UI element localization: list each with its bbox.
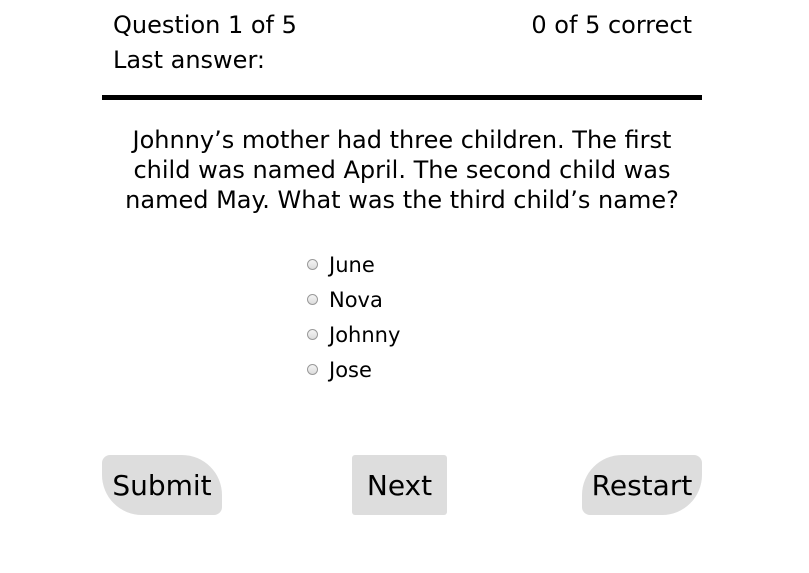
answer-label: Johnny [329, 322, 401, 347]
answer-list: June Nova Johnny Jose [307, 247, 400, 387]
submit-button[interactable]: Submit [102, 455, 222, 515]
answer-label: June [329, 252, 375, 277]
answer-label: Nova [329, 287, 383, 312]
next-button[interactable]: Next [352, 455, 447, 515]
status-row: Question 1 of 5 0 of 5 correct [113, 10, 692, 40]
radio-button[interactable] [307, 329, 318, 340]
score-counter: 0 of 5 correct [531, 11, 692, 39]
answer-label: Jose [329, 357, 372, 382]
answer-option-johnny[interactable]: Johnny [307, 317, 400, 352]
last-answer-label: Last answer: [113, 46, 265, 74]
restart-button[interactable]: Restart [582, 455, 702, 515]
divider [102, 95, 702, 100]
answer-option-jose[interactable]: Jose [307, 352, 400, 387]
question-text: Johnny’s mother had three children. The … [125, 126, 679, 214]
last-answer-row: Last answer: [113, 45, 692, 75]
answer-option-june[interactable]: June [307, 247, 400, 282]
radio-button[interactable] [307, 294, 318, 305]
answer-option-nova[interactable]: Nova [307, 282, 400, 317]
quiz-container: Question 1 of 5 0 of 5 correct Last answ… [102, 0, 702, 573]
radio-button[interactable] [307, 364, 318, 375]
question-progress: Question 1 of 5 [113, 11, 297, 39]
radio-button[interactable] [307, 259, 318, 270]
